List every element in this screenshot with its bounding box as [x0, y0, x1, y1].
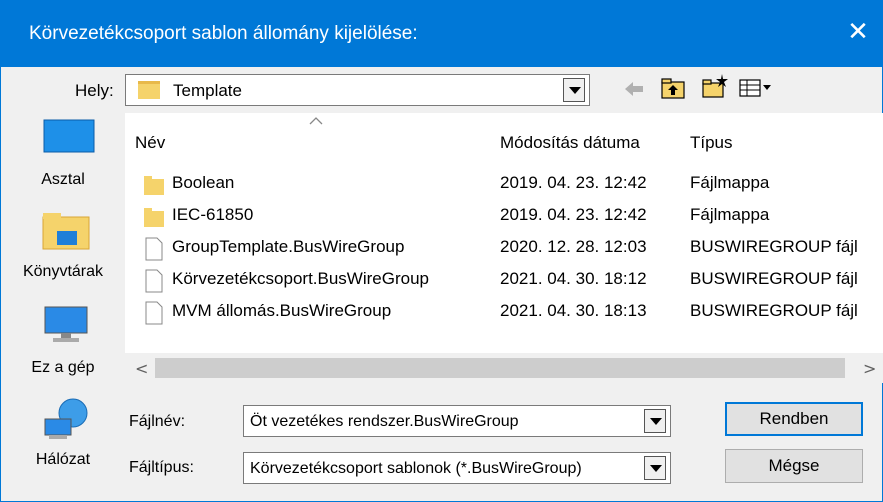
scrollbar-thumb[interactable]	[155, 358, 845, 378]
dialog-title: Körvezetékcsoport sablon állomány kijelö…	[29, 23, 418, 44]
file-icon	[145, 269, 163, 293]
column-header-modified[interactable]: Módosítás dátuma	[500, 133, 640, 153]
filetype-select[interactable]: Körvezetékcsoport sablonok (*.BusWireGro…	[243, 452, 671, 484]
place-libraries[interactable]: Könyvtárak	[1, 205, 125, 295]
file-type: BUSWIREGROUP fájl	[690, 269, 858, 288]
desktop-icon	[43, 119, 95, 153]
filetype-label: Fájltípus:	[129, 459, 194, 476]
column-header-type[interactable]: Típus	[690, 133, 733, 153]
file-name: GroupTemplate.BusWireGroup	[172, 237, 405, 256]
file-type: BUSWIREGROUP fájl	[690, 301, 858, 320]
place-network[interactable]: Hálózat	[1, 393, 125, 473]
chevron-down-icon[interactable]	[644, 456, 666, 480]
scroll-right-icon[interactable]: >	[863, 359, 876, 378]
filetype-value: Körvezetékcsoport sablonok (*.BusWireGro…	[250, 460, 582, 477]
view-menu-icon[interactable]	[739, 77, 773, 99]
file-date: 2019. 04. 23. 12:42	[500, 205, 647, 224]
place-label: Ez a gép	[31, 359, 95, 376]
folder-icon	[138, 81, 160, 99]
new-folder-icon[interactable]	[701, 73, 729, 99]
horizontal-scrollbar[interactable]: < >	[125, 353, 883, 383]
file-icon	[145, 301, 163, 325]
file-type: BUSWIREGROUP fájl	[690, 237, 858, 256]
chevron-down-icon[interactable]	[644, 409, 666, 433]
location-value: Template	[173, 81, 242, 100]
up-folder-icon[interactable]	[661, 77, 685, 99]
file-type: Fájlmappa	[690, 173, 770, 192]
file-name: Körvezetékcsoport.BusWireGroup	[172, 269, 429, 288]
folder-icon	[144, 208, 164, 227]
filename-value: Öt vezetékes rendszer.BusWireGroup	[250, 413, 519, 430]
list-item[interactable]: IEC-61850 2019. 04. 23. 12:42 Fájlmappa	[125, 199, 883, 231]
file-date: 2020. 12. 28. 12:03	[500, 237, 647, 256]
back-arrow-icon[interactable]	[623, 79, 645, 99]
file-date: 2021. 04. 30. 18:13	[500, 301, 647, 320]
location-label: Hely:	[75, 81, 114, 100]
file-list[interactable]: Név Módosítás dátuma Típus Boolean 2019.…	[125, 113, 883, 383]
sort-ascending-icon	[309, 117, 323, 125]
place-label: Asztal	[41, 171, 85, 188]
cancel-button[interactable]: Mégse	[725, 449, 863, 483]
file-name: IEC-61850	[172, 205, 254, 224]
title-bar[interactable]: Körvezetékcsoport sablon állomány kijelö…	[1, 1, 882, 67]
file-name: MVM állomás.BusWireGroup	[172, 301, 392, 320]
network-icon	[44, 398, 88, 439]
list-item[interactable]: GroupTemplate.BusWireGroup 2020. 12. 28.…	[125, 231, 883, 263]
file-icon	[145, 237, 163, 261]
place-label: Könyvtárak	[22, 263, 104, 280]
list-item[interactable]: MVM állomás.BusWireGroup 2021. 04. 30. 1…	[125, 295, 883, 327]
file-name: Boolean	[172, 173, 235, 192]
column-header-name[interactable]: Név	[135, 133, 165, 153]
place-computer[interactable]: Ez a gép	[1, 299, 125, 379]
libraries-icon	[42, 213, 90, 250]
ok-button[interactable]: Rendben	[725, 402, 863, 436]
location-combo[interactable]: Template	[125, 74, 590, 106]
filename-field[interactable]: Öt vezetékes rendszer.BusWireGroup	[243, 405, 671, 437]
list-item[interactable]: Boolean 2019. 04. 23. 12:42 Fájlmappa	[125, 167, 883, 199]
file-date: 2019. 04. 23. 12:42	[500, 173, 647, 192]
computer-icon	[44, 306, 88, 342]
place-desktop[interactable]: Asztal	[1, 115, 125, 195]
place-label: Hálózat	[35, 451, 91, 468]
scroll-left-icon[interactable]: <	[135, 359, 148, 378]
chevron-down-icon[interactable]	[563, 78, 585, 102]
list-item[interactable]: Körvezetékcsoport.BusWireGroup 2021. 04.…	[125, 263, 883, 295]
file-type: Fájlmappa	[690, 205, 770, 224]
filename-label: Fájlnév:	[129, 413, 186, 430]
folder-icon	[144, 176, 164, 195]
file-open-dialog: Körvezetékcsoport sablon állomány kijelö…	[0, 0, 883, 502]
file-date: 2021. 04. 30. 18:12	[500, 269, 647, 288]
close-button[interactable]: ✕	[834, 9, 882, 55]
places-bar: Asztal Könyvtárak Ez a gép Hálózat	[1, 111, 125, 496]
